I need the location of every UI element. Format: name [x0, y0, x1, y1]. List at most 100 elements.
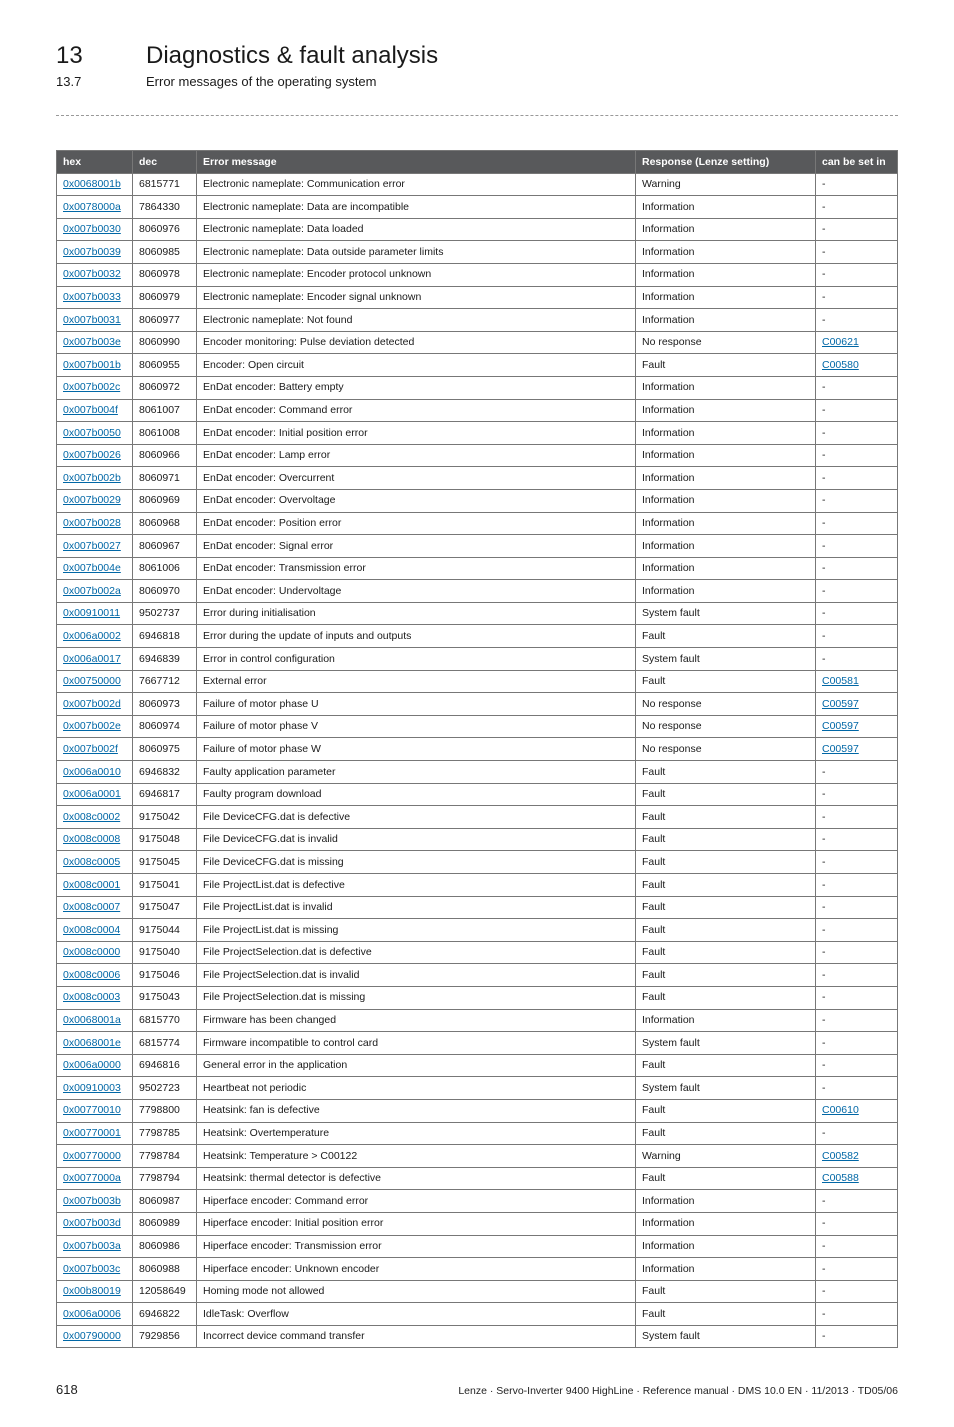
hex-link[interactable]: 0x007b0039 — [63, 246, 121, 258]
hex-link[interactable]: 0x007b002b — [63, 472, 121, 484]
hex-link[interactable]: 0x00910011 — [63, 607, 120, 619]
hex-link[interactable]: 0x006a0002 — [63, 630, 121, 642]
cell-response: Fault — [636, 354, 816, 377]
hex-link[interactable]: 0x008c0001 — [63, 879, 120, 891]
hex-link[interactable]: 0x008c0005 — [63, 856, 120, 868]
hex-link[interactable]: 0x007b0031 — [63, 314, 121, 326]
cell-hex: 0x006a0002 — [57, 625, 133, 648]
hex-link[interactable]: 0x007b003a — [63, 1240, 121, 1252]
hex-link[interactable]: 0x007b001b — [63, 359, 121, 371]
hex-link[interactable]: 0x007b004e — [63, 562, 121, 574]
hex-link[interactable]: 0x008c0003 — [63, 991, 120, 1003]
table-row: 0x007b00318060977Electronic nameplate: N… — [57, 309, 898, 332]
cell-response: No response — [636, 693, 816, 716]
cell-dec: 8060989 — [133, 1212, 197, 1235]
hex-link[interactable]: 0x007b004f — [63, 404, 118, 416]
hex-link[interactable]: 0x008c0004 — [63, 924, 120, 936]
cell-error-message: Heatsink: fan is defective — [197, 1099, 636, 1122]
hex-link[interactable]: 0x006a0000 — [63, 1059, 121, 1071]
cell-can-be-set-in: - — [816, 512, 898, 535]
cell-can-be-set-in: - — [816, 648, 898, 671]
hex-link[interactable]: 0x0068001e — [63, 1037, 121, 1049]
hex-link[interactable]: 0x007b002a — [63, 585, 121, 597]
hex-link[interactable]: 0x007b003e — [63, 336, 121, 348]
hex-link[interactable]: 0x00750000 — [63, 675, 121, 687]
cell-dec: 7864330 — [133, 196, 197, 219]
cell-hex: 0x007b0031 — [57, 309, 133, 332]
cell-can-be-set-in: - — [816, 422, 898, 445]
table-row: 0x007b002d8060973Failure of motor phase … — [57, 693, 898, 716]
cell-response: Fault — [636, 874, 816, 897]
cell-hex: 0x007b002d — [57, 693, 133, 716]
hex-link[interactable]: 0x007b002c — [63, 381, 120, 393]
hex-link[interactable]: 0x00770000 — [63, 1150, 121, 1162]
cell-can-be-set-in: - — [816, 218, 898, 241]
cell-hex: 0x008c0001 — [57, 874, 133, 897]
hex-link[interactable]: 0x006a0001 — [63, 788, 121, 800]
hex-link[interactable]: 0x00770010 — [63, 1104, 121, 1116]
set-link[interactable]: C00582 — [822, 1150, 859, 1162]
hex-link[interactable]: 0x007b0027 — [63, 540, 121, 552]
hex-link[interactable]: 0x008c0000 — [63, 946, 120, 958]
cell-can-be-set-in: - — [816, 941, 898, 964]
hex-link[interactable]: 0x007b002f — [63, 743, 118, 755]
hex-link[interactable]: 0x008c0008 — [63, 833, 120, 845]
cell-can-be-set-in: - — [816, 874, 898, 897]
hex-link[interactable]: 0x008c0006 — [63, 969, 120, 981]
cell-error-message: Incorrect device command transfer — [197, 1325, 636, 1348]
set-link[interactable]: C00588 — [822, 1172, 859, 1184]
set-link[interactable]: C00597 — [822, 698, 859, 710]
hex-link[interactable]: 0x0068001b — [63, 178, 121, 190]
hex-link[interactable]: 0x0077000a — [63, 1172, 121, 1184]
table-row: 0x0068001a6815770Firmware has been chang… — [57, 1009, 898, 1032]
hex-link[interactable]: 0x00b80019 — [63, 1285, 121, 1297]
set-link[interactable]: C00581 — [822, 675, 859, 687]
set-link[interactable]: C00597 — [822, 720, 859, 732]
cell-hex: 0x007b0050 — [57, 422, 133, 445]
cell-hex: 0x007b003c — [57, 1258, 133, 1281]
hex-link[interactable]: 0x007b0026 — [63, 449, 121, 461]
hex-link[interactable]: 0x008c0007 — [63, 901, 120, 913]
cell-can-be-set-in: - — [816, 1077, 898, 1100]
set-link[interactable]: C00580 — [822, 359, 859, 371]
hex-link[interactable]: 0x00790000 — [63, 1330, 121, 1342]
hex-link[interactable]: 0x00910003 — [63, 1082, 121, 1094]
set-link[interactable]: C00597 — [822, 743, 859, 755]
hex-link[interactable]: 0x007b0032 — [63, 268, 121, 280]
hex-link[interactable]: 0x008c0002 — [63, 811, 120, 823]
cell-can-be-set-in: C00621 — [816, 331, 898, 354]
cell-dec: 8060977 — [133, 309, 197, 332]
set-link[interactable]: C00621 — [822, 336, 859, 348]
hex-link[interactable]: 0x007b0028 — [63, 517, 121, 529]
hex-link[interactable]: 0x006a0017 — [63, 653, 121, 665]
hex-link[interactable]: 0x00770001 — [63, 1127, 121, 1139]
cell-can-be-set-in: - — [816, 1190, 898, 1213]
hex-link[interactable]: 0x007b0030 — [63, 223, 121, 235]
hex-link[interactable]: 0x007b002e — [63, 720, 121, 732]
hex-link[interactable]: 0x0078000a — [63, 201, 121, 213]
hex-link[interactable]: 0x007b003c — [63, 1263, 120, 1275]
hex-link[interactable]: 0x007b002d — [63, 698, 121, 710]
set-link[interactable]: C00610 — [822, 1104, 859, 1116]
cell-response: No response — [636, 715, 816, 738]
cell-error-message: EnDat encoder: Overvoltage — [197, 489, 636, 512]
table-row: 0x006a00176946839Error in control config… — [57, 648, 898, 671]
hex-link[interactable]: 0x007b003d — [63, 1217, 121, 1229]
cell-error-message: Firmware has been changed — [197, 1009, 636, 1032]
table-row: 0x007b002b8060971EnDat encoder: Overcurr… — [57, 467, 898, 490]
cell-hex: 0x008c0007 — [57, 896, 133, 919]
hex-link[interactable]: 0x007b0033 — [63, 291, 121, 303]
hex-link[interactable]: 0x006a0010 — [63, 766, 121, 778]
cell-hex: 0x008c0000 — [57, 941, 133, 964]
hex-link[interactable]: 0x006a0006 — [63, 1308, 121, 1320]
table-row: 0x007700007798784Heatsink: Temperature >… — [57, 1145, 898, 1168]
hex-link[interactable]: 0x007b0029 — [63, 494, 121, 506]
table-row: 0x007b002c8060972EnDat encoder: Battery … — [57, 376, 898, 399]
cell-dec: 9502723 — [133, 1077, 197, 1100]
hex-link[interactable]: 0x007b0050 — [63, 427, 121, 439]
cell-response: System fault — [636, 1325, 816, 1348]
table-row: 0x007900007929856Incorrect device comman… — [57, 1325, 898, 1348]
cell-response: Fault — [636, 1054, 816, 1077]
hex-link[interactable]: 0x007b003b — [63, 1195, 121, 1207]
hex-link[interactable]: 0x0068001a — [63, 1014, 121, 1026]
